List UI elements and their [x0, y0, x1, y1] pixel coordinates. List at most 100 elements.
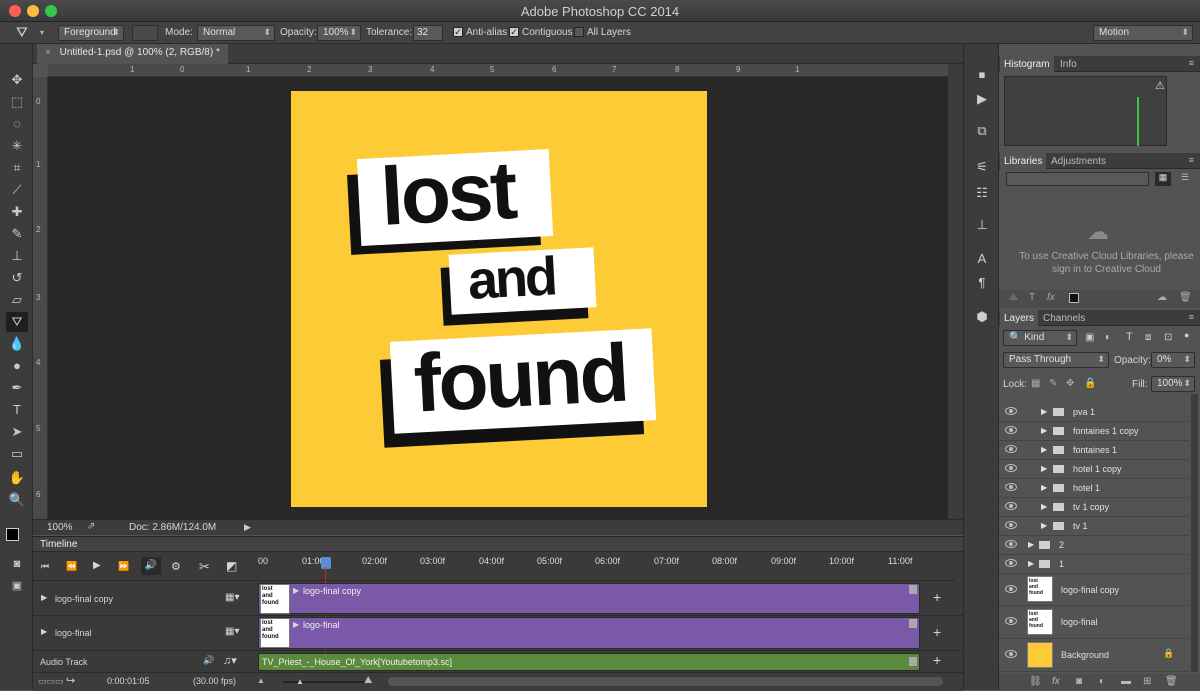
add-color-icon[interactable] — [1069, 293, 1079, 303]
lock-all-icon[interactable]: 🔒 — [1084, 378, 1096, 389]
history-panel-icon[interactable]: ⏹ — [973, 66, 991, 84]
pen-tool-icon[interactable]: ✒ — [6, 378, 28, 398]
paint-bucket-icon[interactable]: ⛛ — [16, 24, 28, 41]
video-clip[interactable]: lost and found ▶ logo-final — [258, 617, 920, 649]
layer-row[interactable]: ▶ hotel 1 copy — [999, 460, 1189, 479]
visibility-eye-icon[interactable] — [1005, 464, 1017, 472]
path-selection-tool-icon[interactable]: ➤ — [6, 422, 28, 442]
canvas-area[interactable]: lost and found — [48, 77, 948, 519]
character-panel-icon[interactable]: A — [973, 250, 991, 268]
layer-row[interactable]: lost and found logo-final copy — [999, 574, 1189, 606]
next-frame-icon[interactable]: ⏩ — [118, 561, 129, 572]
new-layer-icon[interactable]: ⊞ — [1143, 676, 1151, 687]
clip-end-icon[interactable] — [909, 619, 917, 628]
move-tool-icon[interactable]: ✥ — [6, 70, 28, 90]
actions-panel-icon[interactable]: ▶ — [973, 90, 991, 108]
expand-track-icon[interactable]: ▶ — [41, 627, 47, 636]
play-icon[interactable]: ▶ — [93, 560, 101, 571]
tab-info[interactable]: Info — [1056, 58, 1081, 71]
layer-style-icon[interactable]: fx — [1052, 676, 1060, 687]
add-layer-style-icon[interactable]: fx — [1047, 292, 1055, 303]
filter-shape-icon[interactable]: ⧈ — [1145, 332, 1151, 343]
dodge-tool-icon[interactable]: ● — [6, 356, 28, 376]
status-menu-arrow-icon[interactable]: ▶ — [244, 522, 251, 533]
filter-pixel-icon[interactable]: ▣ — [1085, 332, 1094, 343]
panel-menu-icon[interactable]: ≡ — [1189, 155, 1194, 165]
background-layer-row[interactable]: Background 🔒 — [999, 639, 1189, 672]
all-layers-checkbox[interactable] — [574, 27, 584, 37]
crop-tool-icon[interactable]: ⌗ — [6, 158, 28, 178]
layer-row[interactable]: ▶ hotel 1 — [999, 479, 1189, 498]
visibility-eye-icon[interactable] — [1005, 617, 1017, 625]
artwork-canvas[interactable]: lost and found — [291, 91, 707, 507]
audio-clip[interactable]: TV_Priest_-_House_Of_York[Youtubetomp3.s… — [258, 653, 920, 671]
sync-icon[interactable]: ☁ — [1157, 292, 1167, 303]
tolerance-input[interactable]: 32 — [413, 25, 443, 41]
new-group-icon[interactable]: ▬ — [1121, 676, 1131, 687]
visibility-eye-icon[interactable] — [1005, 521, 1017, 529]
history-brush-tool-icon[interactable]: ↺ — [6, 268, 28, 288]
foreground-color-swatch[interactable] — [6, 528, 19, 541]
layer-row[interactable]: lost and found logo-final — [999, 606, 1189, 639]
list-view-icon[interactable]: ☰ — [1177, 172, 1193, 186]
zoom-out-icon[interactable]: ▲ — [257, 676, 265, 685]
filter-type-icon[interactable]: T — [1126, 331, 1133, 343]
workspace-select[interactable]: Motion — [1093, 25, 1193, 41]
tab-layers[interactable]: Layers — [1000, 310, 1039, 326]
timeline-scrollbar[interactable] — [388, 677, 943, 686]
tab-histogram[interactable]: Histogram — [1000, 56, 1054, 72]
hand-tool-icon[interactable]: ✋ — [6, 468, 28, 488]
timeline-zoom-handle[interactable]: ▲ — [296, 677, 304, 686]
visibility-eye-icon[interactable] — [1005, 445, 1017, 453]
layer-opacity-input[interactable]: 0% — [1151, 352, 1195, 368]
blend-mode-select[interactable]: Pass Through — [1003, 352, 1109, 368]
canvas-scrollbar[interactable] — [948, 64, 963, 519]
visibility-eye-icon[interactable] — [1005, 650, 1017, 658]
visibility-eye-icon[interactable] — [1005, 426, 1017, 434]
tool-preset-chevron-icon[interactable]: ▾ — [40, 28, 44, 37]
layer-row[interactable]: ▶ tv 1 — [999, 517, 1189, 536]
split-scissors-icon[interactable]: ✂ — [199, 559, 210, 575]
film-strip-icon[interactable]: ▦▾ — [225, 592, 239, 603]
paragraph-panel-icon[interactable]: ¶ — [973, 274, 991, 292]
shape-tool-icon[interactable]: ▭ — [6, 444, 28, 464]
grid-view-icon[interactable]: ▦ — [1155, 172, 1171, 186]
visibility-eye-icon[interactable] — [1005, 502, 1017, 510]
visibility-eye-icon[interactable] — [1005, 559, 1017, 567]
filter-toggle-icon[interactable]: ● — [1184, 330, 1194, 344]
layers-scrollbar[interactable] — [1191, 394, 1198, 672]
pattern-picker[interactable] — [132, 25, 158, 41]
group-row[interactable]: ▶ 1 — [999, 555, 1189, 574]
add-character-style-icon[interactable]: T — [1029, 292, 1035, 303]
zoom-tool-icon[interactable]: 🔍 — [6, 490, 28, 510]
tab-libraries[interactable]: Libraries — [1000, 153, 1047, 169]
eyedropper-tool-icon[interactable]: ⟋ — [6, 180, 28, 200]
fill-source-select[interactable]: Foreground — [58, 25, 124, 41]
warning-icon[interactable]: ⚠ — [1155, 79, 1165, 92]
library-select[interactable] — [1006, 172, 1149, 186]
lock-image-icon[interactable]: ✎ — [1049, 378, 1057, 389]
antialias-checkbox[interactable]: ✓ — [453, 27, 463, 37]
marquee-tool-icon[interactable]: ⬚ — [6, 92, 28, 112]
delete-layer-icon[interactable]: 🗑 — [1165, 676, 1178, 687]
visibility-eye-icon[interactable] — [1005, 585, 1017, 593]
previous-frame-icon[interactable]: ⏪ — [66, 561, 77, 572]
layer-row[interactable]: ▶ tv 1 copy — [999, 498, 1189, 517]
adjustment-layer-icon[interactable]: ◐ — [1099, 676, 1105, 687]
audio-volume-icon[interactable]: 🔊 — [203, 655, 214, 666]
expand-track-icon[interactable]: ▶ — [41, 593, 47, 602]
frame-animation-icon[interactable]: ▭▭▭ — [38, 676, 64, 687]
panel-menu-icon[interactable]: ≡ — [1189, 312, 1194, 322]
type-tool-icon[interactable]: T — [6, 400, 28, 420]
tab-channels[interactable]: Channels — [1039, 312, 1089, 325]
paint-bucket-tool-icon[interactable]: ⛛ — [6, 312, 28, 332]
lock-position-icon[interactable]: ✥ — [1066, 378, 1074, 389]
brush-presets-icon[interactable]: ⚟ — [973, 158, 991, 176]
visibility-eye-icon[interactable] — [1005, 540, 1017, 548]
film-strip-icon[interactable]: ▦▾ — [225, 626, 239, 637]
audio-mute-icon[interactable]: 🔊 — [141, 557, 161, 575]
render-video-icon[interactable]: ↪ — [66, 674, 75, 687]
layer-row[interactable]: ▶ pva 1 — [999, 403, 1189, 422]
lasso-tool-icon[interactable]: ◌ — [6, 114, 28, 134]
link-layers-icon[interactable]: ⛓ — [1029, 676, 1042, 687]
